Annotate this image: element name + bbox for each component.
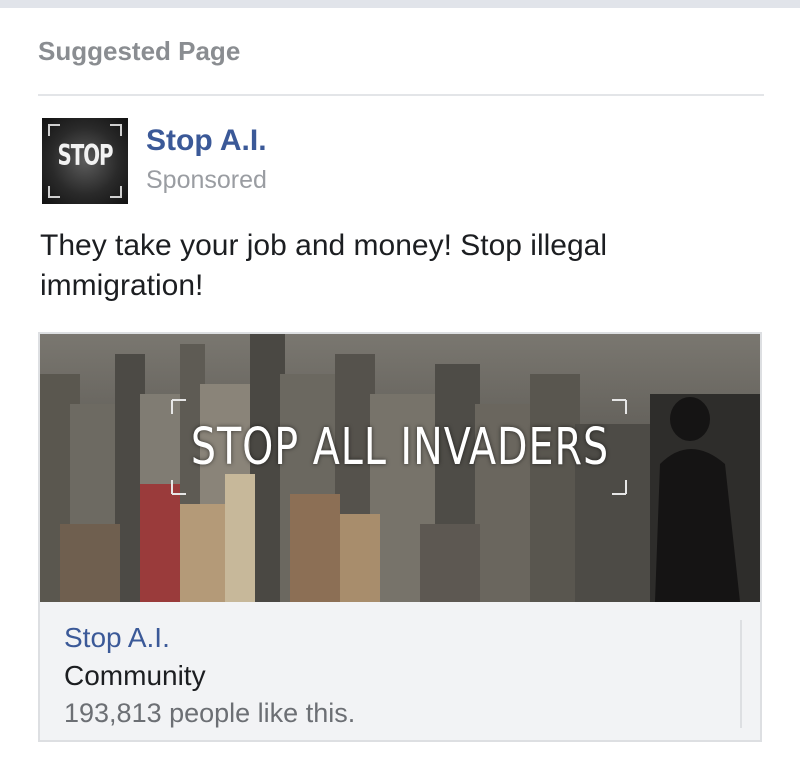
card-divider-vertical (740, 620, 742, 728)
card-image-headline: STOP ALL INVADERS (190, 418, 610, 477)
card-likes-count: 193,813 people like this. (64, 698, 356, 728)
card-info[interactable]: Stop A.I. Community 193,813 people like … (40, 602, 760, 740)
avatar-corner-bl (48, 186, 60, 198)
avatar-corner-tl (48, 124, 60, 136)
card-category: Community (64, 660, 206, 691)
link-preview-card[interactable]: STOP ALL INVADERS Stop A.I. Community 19… (38, 332, 762, 742)
card-page-name-link[interactable]: Stop A.I. (64, 622, 170, 654)
page-avatar[interactable]: STOP (42, 118, 128, 204)
section-title: Suggested Page (38, 36, 241, 66)
sponsored-label[interactable]: Sponsored (146, 166, 267, 195)
top-separator-bar (0, 0, 800, 8)
avatar-corner-tr (110, 124, 122, 136)
page-name-link[interactable]: Stop A.I. (146, 124, 267, 158)
avatar-logo-text: STOP (57, 140, 113, 173)
avatar-corner-br (110, 186, 122, 198)
post-body-text: They take your job and money! Stop illeg… (40, 229, 607, 302)
card-image[interactable]: STOP ALL INVADERS (40, 334, 760, 602)
header-divider (38, 94, 764, 96)
